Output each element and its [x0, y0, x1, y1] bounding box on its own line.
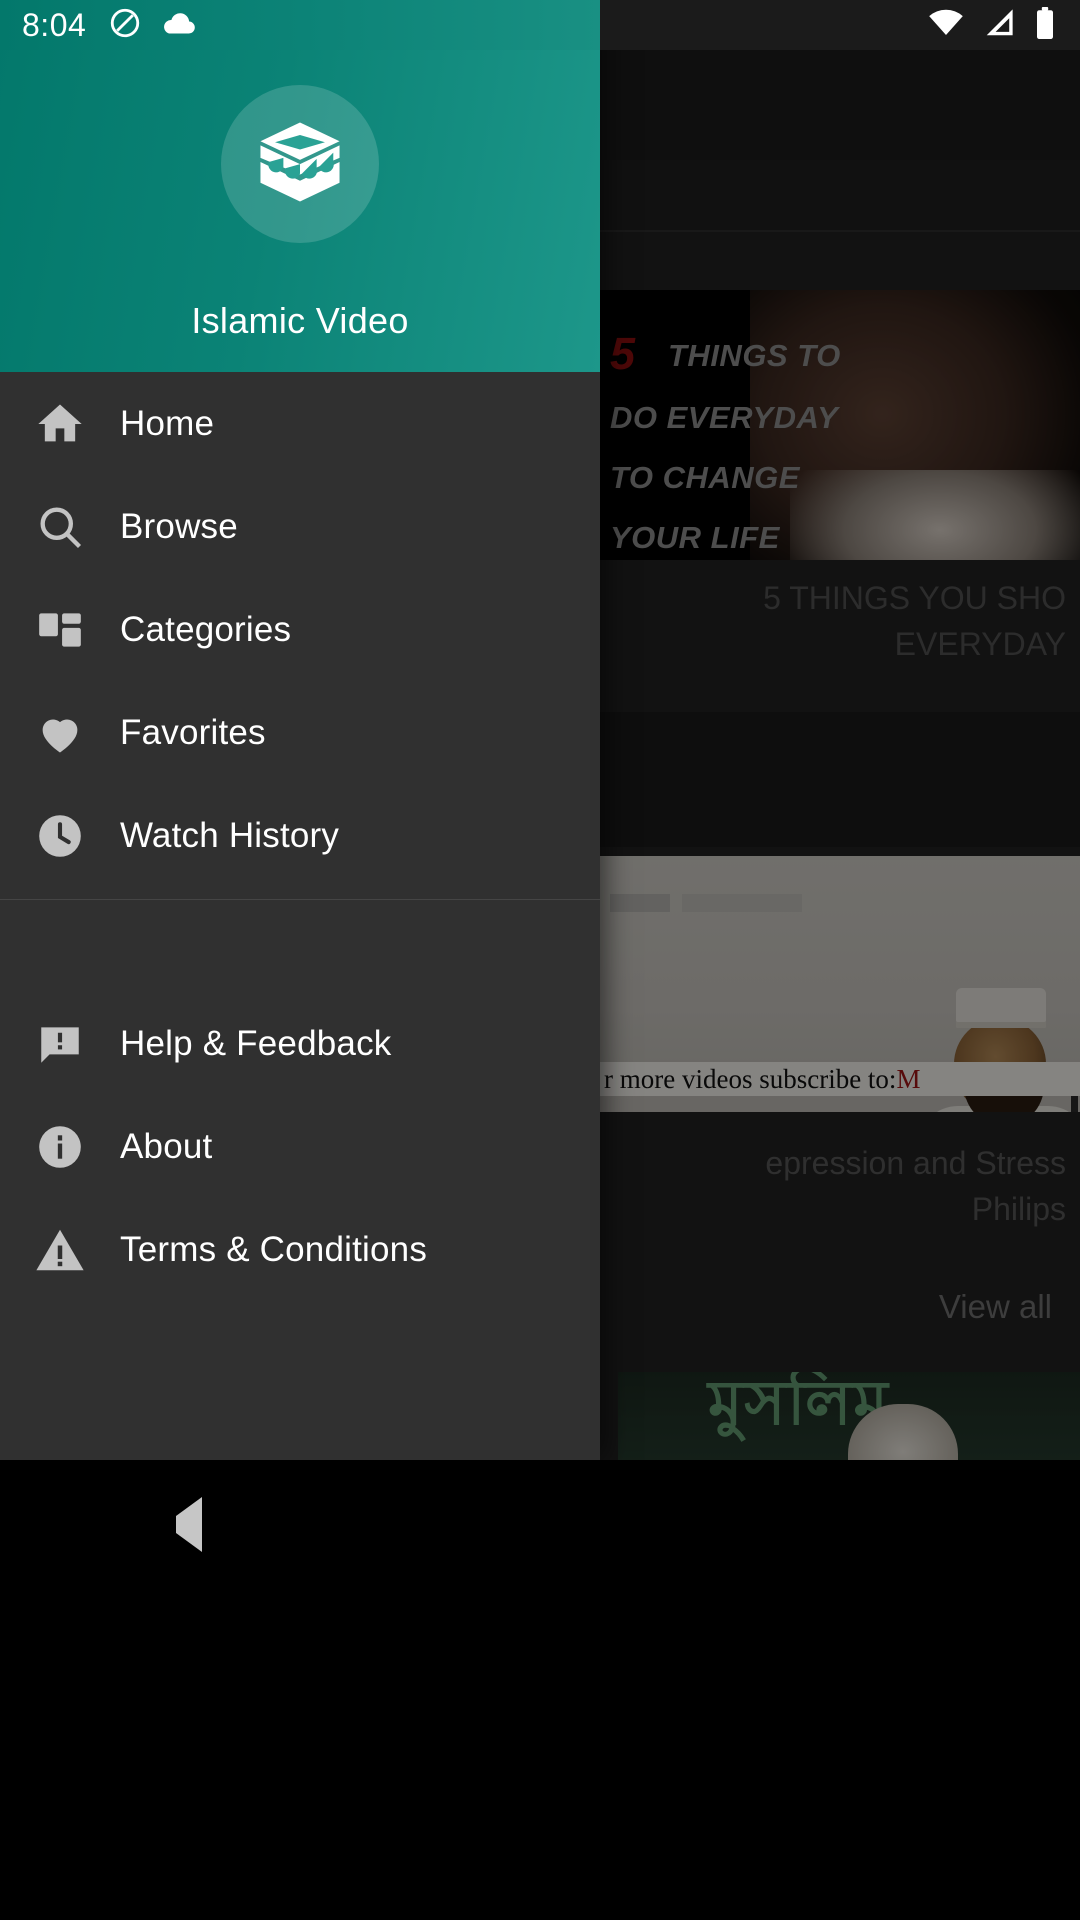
sidebar-item-help-feedback-label: Help & Feedback	[120, 1023, 392, 1063]
sidebar-item-browse[interactable]: Browse	[0, 475, 600, 578]
sidebar-item-browse-label: Browse	[120, 506, 238, 546]
search-icon	[0, 501, 120, 553]
feedback-bubble-icon	[0, 1019, 120, 1069]
sidebar-item-home[interactable]: Home	[0, 372, 600, 475]
status-bar: 8:04	[0, 0, 1080, 50]
sidebar-item-about-label: About	[120, 1126, 213, 1166]
sidebar-item-terms-conditions[interactable]: Terms & Conditions	[0, 1198, 600, 1301]
status-bar-left-icons	[108, 6, 196, 45]
sidebar-item-categories[interactable]: Categories	[0, 578, 600, 681]
app-logo-circle	[221, 85, 379, 243]
status-bar-clock: 8:04	[22, 6, 87, 43]
heart-icon	[0, 707, 120, 759]
system-navigation-bar	[0, 1460, 1080, 1920]
navigation-drawer: Islamic Video Home Browse Categories Fav…	[0, 0, 600, 1460]
do-not-disturb-icon	[108, 6, 142, 45]
status-bar-right	[600, 0, 1080, 50]
sidebar-item-watch-history-label: Watch History	[120, 815, 340, 855]
cloud-icon	[160, 10, 196, 41]
dashboard-grid-icon	[0, 605, 120, 655]
sidebar-item-categories-label: Categories	[120, 609, 292, 649]
status-bar-left: 8:04	[0, 0, 600, 50]
sidebar-item-help-feedback[interactable]: Help & Feedback	[0, 992, 600, 1095]
drawer-header: Islamic Video	[0, 0, 600, 372]
navigation-buttons	[0, 1460, 1080, 1590]
phone-screen: 5 THINGS TO DO EVERYDAY TO CHANGE YOUR L…	[0, 0, 1080, 1920]
drawer-menu: Home Browse Categories Favorites Watch H…	[0, 372, 600, 1301]
home-icon	[0, 398, 120, 450]
sidebar-item-home-label: Home	[120, 403, 215, 443]
wifi-icon	[928, 8, 964, 43]
info-icon	[0, 1121, 120, 1173]
drawer-spacer	[0, 900, 600, 992]
warning-triangle-icon	[0, 1223, 120, 1277]
cellular-signal-icon	[982, 8, 1016, 43]
sidebar-item-favorites-label: Favorites	[120, 712, 266, 752]
app-name-label: Islamic Video	[191, 300, 409, 341]
sidebar-item-about[interactable]: About	[0, 1095, 600, 1198]
sidebar-item-terms-conditions-label: Terms & Conditions	[120, 1229, 428, 1269]
back-triangle-icon[interactable]	[175, 1497, 202, 1552]
kaaba-icon	[248, 110, 352, 219]
clock-icon	[0, 810, 120, 862]
sidebar-item-watch-history[interactable]: Watch History	[0, 784, 600, 887]
sidebar-item-favorites[interactable]: Favorites	[0, 681, 600, 784]
battery-icon	[1034, 6, 1056, 44]
